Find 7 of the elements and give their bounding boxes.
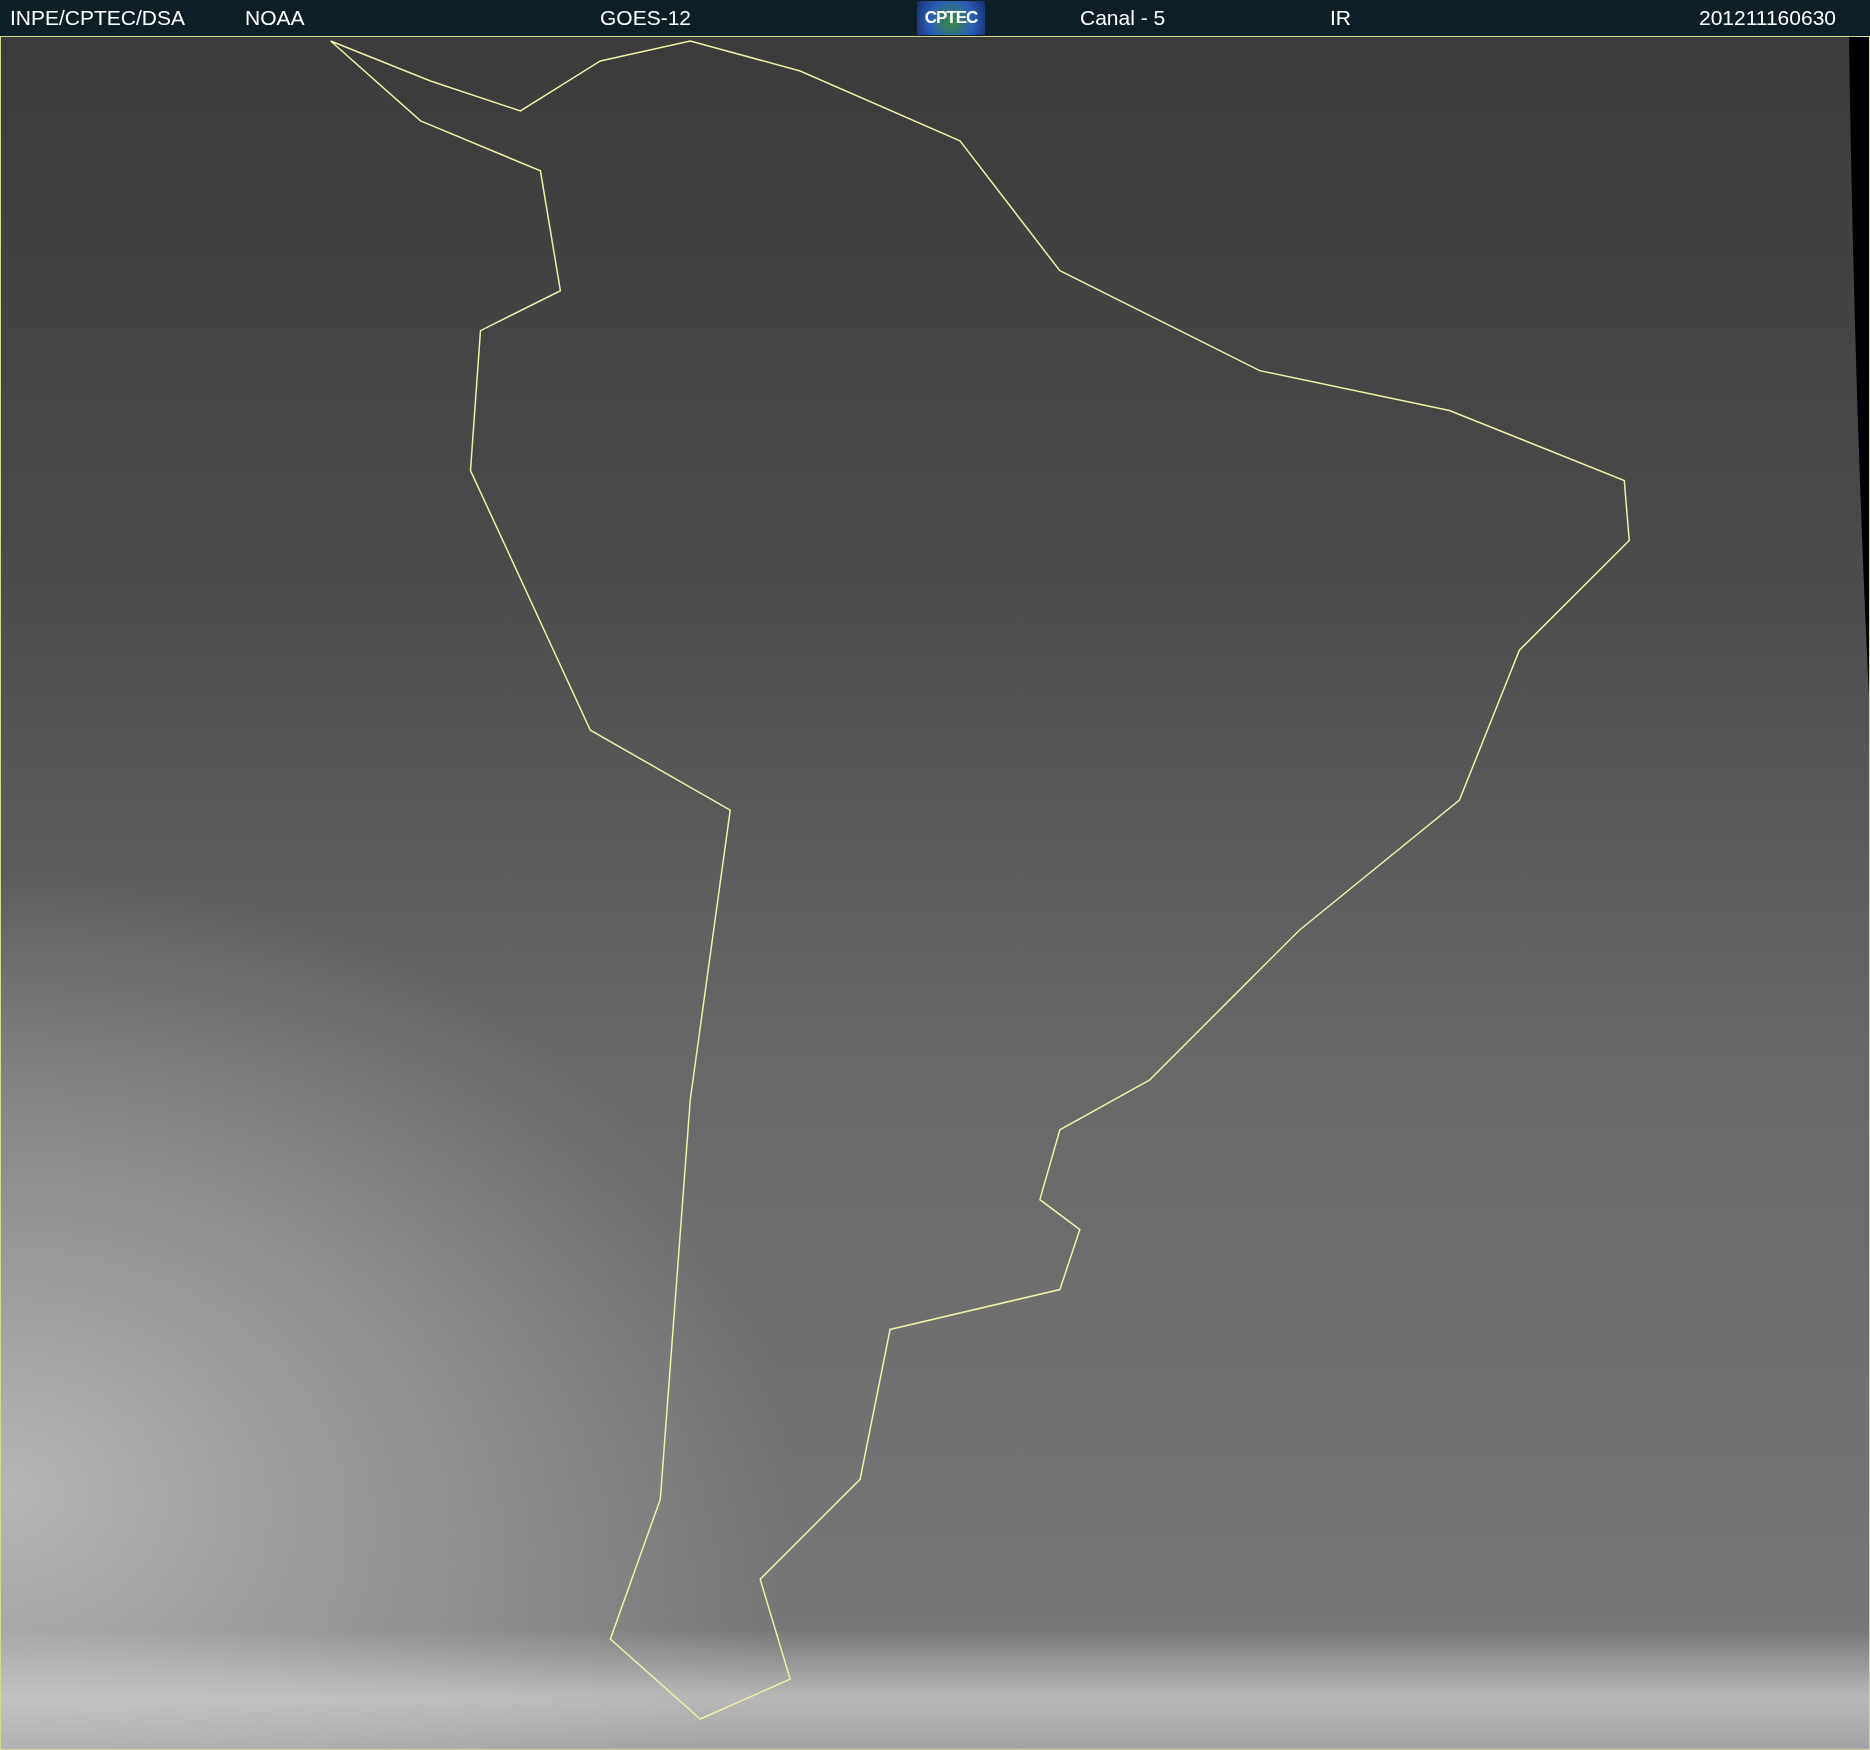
band-label: IR	[1330, 6, 1352, 30]
source-label: INPE/CPTEC/DSA	[10, 6, 187, 30]
timestamp-label: 201211160630	[1698, 6, 1836, 30]
satellite-label: GOES-12	[600, 6, 693, 30]
agency-label: NOAA	[245, 6, 306, 30]
logo: CPTEC	[917, 1, 985, 35]
channel-label: Canal - 5	[1079, 6, 1167, 30]
